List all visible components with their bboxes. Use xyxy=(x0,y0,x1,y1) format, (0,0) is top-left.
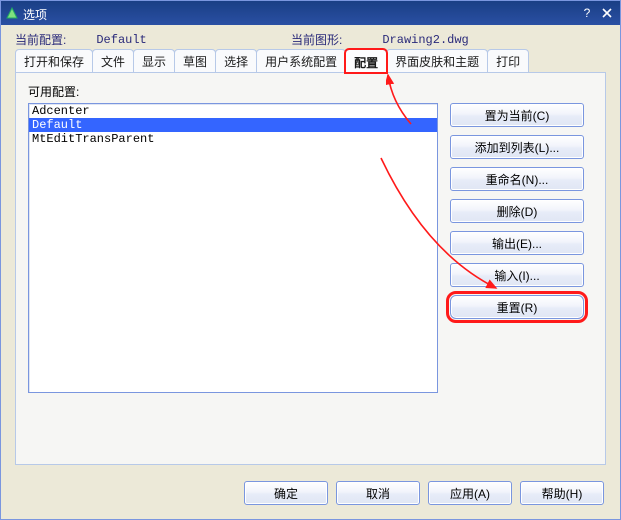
profile-actions: 置为当前(C) 添加到列表(L)... 重命名(N)... 删除(D) 输出(E… xyxy=(450,103,584,452)
header-info: 当前配置: Default 当前图形: Drawing2.dwg xyxy=(1,25,620,50)
set-current-button[interactable]: 置为当前(C) xyxy=(450,103,584,127)
dialog-buttons: 确定 取消 应用(A) 帮助(H) xyxy=(1,473,620,519)
help-button[interactable]: ? xyxy=(578,4,596,22)
import-button[interactable]: 输入(I)... xyxy=(450,263,584,287)
tab-display[interactable]: 显示 xyxy=(133,49,175,72)
window-title: 选项 xyxy=(23,4,578,23)
tab-print[interactable]: 打印 xyxy=(487,49,529,72)
list-item[interactable]: Default xyxy=(29,118,437,132)
tab-user-prefs[interactable]: 用户系统配置 xyxy=(256,49,346,72)
tab-open-save[interactable]: 打开和保存 xyxy=(15,49,93,72)
list-item[interactable]: Adcenter xyxy=(29,104,437,118)
add-to-list-button[interactable]: 添加到列表(L)... xyxy=(450,135,584,159)
ok-button[interactable]: 确定 xyxy=(244,481,328,505)
apply-button[interactable]: 应用(A) xyxy=(428,481,512,505)
cancel-button[interactable]: 取消 xyxy=(336,481,420,505)
app-icon xyxy=(5,6,19,20)
profiles-list[interactable]: Adcenter Default MtEditTransParent xyxy=(28,103,438,393)
tabs: 打开和保存 文件 显示 草图 选择 用户系统配置 配置 界面皮肤和主题 打印 xyxy=(1,50,620,72)
list-item[interactable]: MtEditTransParent xyxy=(29,132,437,146)
help-dialog-button[interactable]: 帮助(H) xyxy=(520,481,604,505)
titlebar: 选项 ? xyxy=(1,1,620,25)
tab-profiles[interactable]: 配置 xyxy=(345,49,387,73)
close-button[interactable] xyxy=(598,4,616,22)
export-button[interactable]: 输出(E)... xyxy=(450,231,584,255)
profiles-panel: 可用配置: Adcenter Default MtEditTransParent… xyxy=(15,72,606,465)
available-profiles-label: 可用配置: xyxy=(28,83,593,100)
current-config-value: Default xyxy=(96,33,146,47)
tab-files[interactable]: 文件 xyxy=(92,49,134,72)
current-drawing-label: 当前图形: xyxy=(291,31,342,48)
tab-draft[interactable]: 草图 xyxy=(174,49,216,72)
current-drawing-value: Drawing2.dwg xyxy=(382,33,468,47)
reset-button[interactable]: 重置(R) xyxy=(450,295,584,319)
rename-button[interactable]: 重命名(N)... xyxy=(450,167,584,191)
delete-button[interactable]: 删除(D) xyxy=(450,199,584,223)
window-controls: ? xyxy=(578,4,616,22)
current-config-label: 当前配置: xyxy=(15,31,66,48)
tab-selection[interactable]: 选择 xyxy=(215,49,257,72)
tab-skin-theme[interactable]: 界面皮肤和主题 xyxy=(386,49,488,72)
